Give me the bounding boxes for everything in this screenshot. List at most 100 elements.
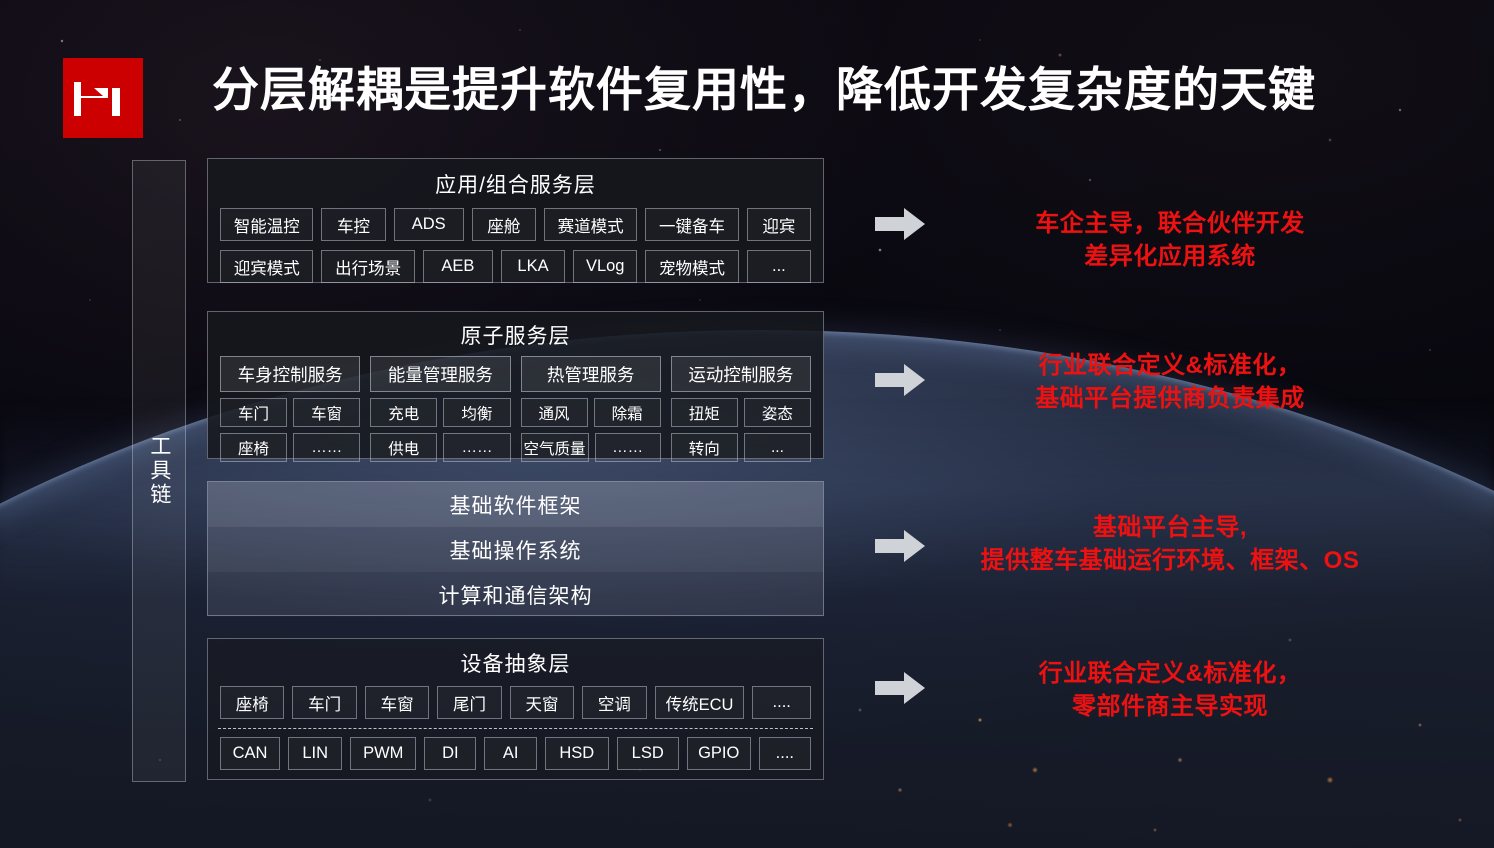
- application-row-1: 智能温控 车控 ADS 座舱 赛道模式 一键备车 迎宾: [208, 208, 823, 241]
- atomic-sub-row-4b: 转向 ...: [670, 433, 811, 462]
- application-row-2: 迎宾模式 出行场景 AEB LKA VLog 宠物模式 ...: [208, 250, 823, 283]
- arrow-right-icon-1: [875, 208, 925, 240]
- chip-atomic-1a1[interactable]: 车门: [220, 398, 288, 427]
- base-band-compute: 计算和通信架构: [438, 584, 593, 608]
- brand-logo: [63, 58, 143, 138]
- chip-atomic-1a2[interactable]: 车窗: [293, 398, 361, 427]
- atomic-group-motion-control: 运动控制服务 扭矩 姿态 转向 ...: [670, 356, 811, 462]
- chip-bus-2[interactable]: LIN: [288, 737, 343, 770]
- chip-atomic-1b1[interactable]: 座椅: [220, 433, 288, 462]
- atomic-sub-row-2a: 充电 均衡: [370, 398, 511, 427]
- annotation-base-platform: 基础平台主导, 提供整车基础运行环境、框架、OS: [920, 512, 1420, 577]
- chip-bus-9[interactable]: ....: [758, 737, 811, 770]
- chip-app-12[interactable]: VLog: [573, 250, 638, 283]
- chip-atomic-3b2[interactable]: ……: [594, 433, 661, 462]
- atomic-sub-row-1b: 座椅 ……: [220, 433, 361, 462]
- annotation-1-line-2: 差异化应用系统: [1084, 242, 1256, 270]
- chip-app-3[interactable]: ADS: [393, 208, 464, 241]
- atomic-sub-row-3a: 通风 除霜: [520, 398, 661, 427]
- chip-atomic-3a1[interactable]: 通风: [520, 398, 588, 427]
- chip-atomic-2b1[interactable]: 供电: [370, 433, 438, 462]
- chip-atomic-3b1[interactable]: 空气质量: [520, 433, 589, 462]
- chip-atomic-4b2[interactable]: ...: [743, 433, 811, 462]
- chip-bus-3[interactable]: PWM: [350, 737, 417, 770]
- annotation-1-line-1: 车企主导，联合伙伴开发: [1035, 210, 1305, 237]
- chip-device-2[interactable]: 车门: [292, 686, 357, 719]
- toolchain-sidebar: 工具链: [132, 160, 186, 782]
- annotation-4-line-1: 行业联合定义&标准化，: [1038, 660, 1302, 687]
- layer-base-platform: 基础软件框架 基础操作系统 计算和通信架构: [207, 481, 824, 616]
- annotation-2-line-1: 行业联合定义&标准化，: [1038, 352, 1302, 379]
- atomic-group-thermal-management: 热管理服务 通风 除霜 空气质量 ……: [520, 356, 661, 462]
- device-layer-divider: [218, 728, 813, 729]
- chip-bus-4[interactable]: DI: [424, 737, 477, 770]
- chip-app-10[interactable]: AEB: [422, 250, 493, 283]
- atomic-head-4[interactable]: 运动控制服务: [670, 356, 811, 392]
- chip-atomic-4b1[interactable]: 转向: [670, 433, 738, 462]
- chip-app-4[interactable]: 座舱: [471, 208, 536, 241]
- annotation-4-line-2: 零部件商主导实现: [1072, 692, 1268, 720]
- layer-application-services: 应用/组合服务层 智能温控 车控 ADS 座舱 赛道模式 一键备车 迎宾 迎宾模…: [207, 158, 824, 283]
- chip-app-5[interactable]: 赛道模式: [543, 208, 638, 241]
- annotation-atomic: 行业联合定义&标准化， 基础平台提供商负责集成: [940, 350, 1400, 415]
- chip-bus-8[interactable]: GPIO: [686, 737, 751, 770]
- chip-app-13[interactable]: 宠物模式: [645, 250, 739, 283]
- page-title: 分层解耦是提升软件复用性，降低开发复杂度的天键: [212, 63, 1316, 116]
- chip-device-8[interactable]: ....: [752, 686, 811, 719]
- chip-app-1[interactable]: 智能温控: [220, 208, 314, 241]
- chip-bus-7[interactable]: LSD: [616, 737, 679, 770]
- arrow-right-icon-3: [875, 530, 925, 562]
- chip-app-7[interactable]: 迎宾: [746, 208, 811, 241]
- chip-device-6[interactable]: 空调: [582, 686, 647, 719]
- device-row-1: 座椅 车门 车窗 尾门 天窗 空调 传统ECU ....: [208, 686, 823, 719]
- arrow-right-icon-4: [875, 672, 925, 704]
- chip-bus-6[interactable]: HSD: [544, 737, 609, 770]
- chip-atomic-4a1[interactable]: 扭矩: [670, 398, 738, 427]
- atomic-head-1[interactable]: 车身控制服务: [220, 356, 361, 392]
- chip-atomic-1b2[interactable]: ……: [293, 433, 361, 462]
- base-band-framework: 基础软件框架: [208, 482, 823, 527]
- annotation-2-line-2: 基础平台提供商负责集成: [1035, 384, 1305, 412]
- annotation-3-line-2: 提供整车基础运行环境、框架、OS: [980, 546, 1360, 574]
- atomic-head-3[interactable]: 热管理服务: [520, 356, 661, 392]
- layer-title-device: 设备抽象层: [460, 653, 571, 676]
- atomic-sub-row-1a: 车门 车窗: [220, 398, 361, 427]
- device-row-2: CAN LIN PWM DI AI HSD LSD GPIO ....: [208, 737, 823, 770]
- slide-canvas: 分层解耦是提升软件复用性，降低开发复杂度的天键 工具链 应用/组合服务层 智能温…: [0, 0, 1494, 848]
- base-band-os: 基础操作系统: [208, 527, 823, 572]
- layer-atomic-services: 原子服务层 车身控制服务 车门 车窗 座椅 …… 能量管理服务 充电 均衡 供电…: [207, 311, 824, 462]
- annotation-device: 行业联合定义&标准化， 零部件商主导实现: [940, 658, 1400, 723]
- atomic-group-body-control: 车身控制服务 车门 车窗 座椅 ……: [220, 356, 361, 462]
- chip-bus-1[interactable]: CAN: [220, 737, 281, 770]
- chip-atomic-2a1[interactable]: 充电: [370, 398, 438, 427]
- chip-app-14[interactable]: ...: [746, 250, 811, 283]
- chip-atomic-3a2[interactable]: 除霜: [593, 398, 661, 427]
- chip-app-9[interactable]: 出行场景: [321, 250, 415, 283]
- chip-app-8[interactable]: 迎宾模式: [220, 250, 314, 283]
- annotation-application: 车企主导，联合伙伴开发 差异化应用系统: [960, 208, 1380, 273]
- chip-app-11[interactable]: LKA: [500, 250, 566, 283]
- chip-device-4[interactable]: 尾门: [437, 686, 502, 719]
- chip-device-3[interactable]: 车窗: [364, 686, 430, 719]
- chip-bus-5[interactable]: AI: [484, 737, 537, 770]
- atomic-group-energy-management: 能量管理服务 充电 均衡 供电 ……: [370, 356, 511, 462]
- atomic-sub-row-4a: 扭矩 姿态: [670, 398, 811, 427]
- chip-device-7[interactable]: 传统ECU: [654, 686, 745, 719]
- atomic-head-2[interactable]: 能量管理服务: [370, 356, 511, 392]
- chip-atomic-2a2[interactable]: 均衡: [443, 398, 511, 427]
- layer-title-atomic: 原子服务层: [460, 325, 571, 348]
- chip-device-1[interactable]: 座椅: [220, 686, 285, 719]
- chip-atomic-2b2[interactable]: ……: [443, 433, 511, 462]
- chip-app-6[interactable]: 一键备车: [645, 208, 739, 241]
- atomic-sub-row-2b: 供电 ……: [370, 433, 511, 462]
- chip-device-5[interactable]: 天窗: [509, 686, 575, 719]
- annotation-3-line-1: 基础平台主导,: [1092, 514, 1248, 541]
- atomic-sub-row-3b: 空气质量 ……: [520, 433, 661, 462]
- arrow-right-icon-2: [875, 364, 925, 396]
- chip-atomic-4a2[interactable]: 姿态: [743, 398, 811, 427]
- chip-app-2[interactable]: 车控: [321, 208, 386, 241]
- atomic-groups: 车身控制服务 车门 车窗 座椅 …… 能量管理服务 充电 均衡 供电 …… 热管…: [208, 350, 823, 462]
- layer-title-application: 应用/组合服务层: [435, 174, 596, 197]
- toolchain-label: 工具链: [147, 435, 171, 507]
- architecture-stack: 应用/组合服务层 智能温控 车控 ADS 座舱 赛道模式 一键备车 迎宾 迎宾模…: [207, 158, 824, 780]
